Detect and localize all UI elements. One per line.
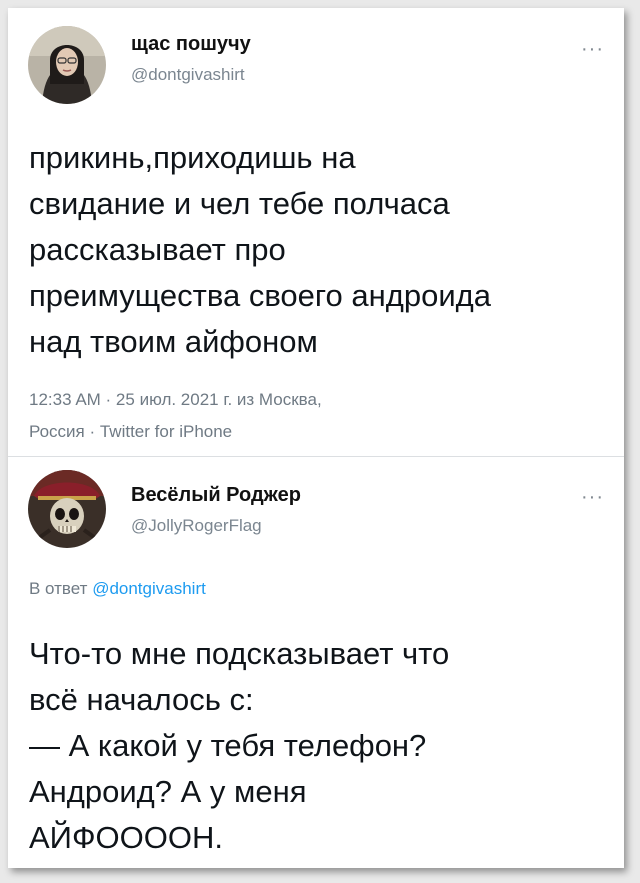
reply-context: В ответ @dontgivashirt [29, 579, 206, 599]
author-name[interactable]: Весёлый Роджер [131, 484, 301, 507]
source-line[interactable]: Россия · Twitter for iPhone [29, 422, 232, 442]
text-line: АЙФООООН. [29, 820, 223, 855]
author-name[interactable]: щас пошучу [131, 33, 251, 56]
timestamp-line[interactable]: 12:33 AM · 25 июл. 2021 г. из Москва, [29, 390, 322, 410]
text-line: рассказывает про [29, 232, 286, 267]
reply-text: Что-то мне подсказывает что всё началось… [29, 631, 614, 861]
text-line: преимущества своего андроида [29, 278, 491, 313]
more-options-icon[interactable]: ··· [581, 487, 604, 507]
avatar-user-1[interactable] [28, 26, 106, 104]
avatar-image [28, 470, 106, 548]
tweet-text: прикинь,приходишь на свидание и чел тебе… [29, 135, 614, 365]
text-line: всё началось с: [29, 682, 254, 717]
author-handle[interactable]: @JollyRogerFlag [131, 516, 262, 536]
screenshot-card: щас пошучу @dontgivashirt ··· прикинь,пр… [8, 8, 624, 868]
divider [8, 456, 624, 457]
text-line: Что-то мне подсказывает что [29, 636, 450, 671]
text-line: над твоим айфоном [29, 324, 318, 359]
reply-prefix: В ответ [29, 579, 88, 598]
text-line: Андроид? А у меня [29, 774, 307, 809]
avatar-user-2[interactable] [28, 470, 106, 548]
author-handle[interactable]: @dontgivashirt [131, 65, 245, 85]
text-line: прикинь,приходишь на [29, 140, 356, 175]
avatar-image [28, 26, 106, 104]
text-line: — А какой у тебя телефон? [29, 728, 427, 763]
reply-mention-link[interactable]: @dontgivashirt [92, 579, 206, 598]
more-options-icon[interactable]: ··· [581, 39, 604, 59]
text-line: свидание и чел тебе полчаса [29, 186, 450, 221]
